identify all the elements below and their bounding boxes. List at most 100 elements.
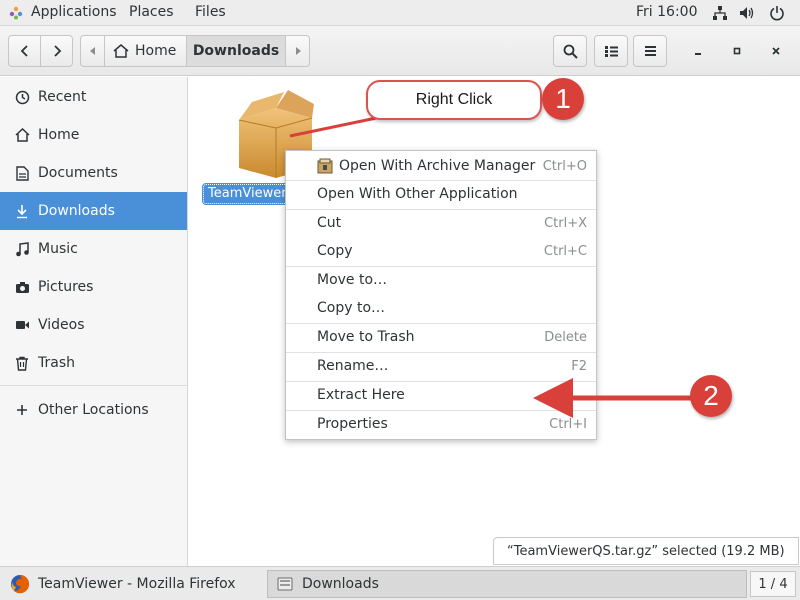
workspace-switcher[interactable]: 1 / 4 (750, 571, 796, 597)
breadcrumb-current[interactable]: Downloads (186, 35, 286, 67)
menu-item-label: Copy (317, 243, 353, 259)
menu-item-accel: Ctrl+X (544, 215, 587, 231)
back-button[interactable] (8, 35, 41, 67)
sidebar-item-label: Music (38, 241, 78, 257)
breadcrumb-scroll-right[interactable] (285, 35, 310, 67)
home-icon (113, 44, 129, 58)
menu-item-move-to[interactable]: Move to… (286, 266, 596, 294)
archive-manager-icon (317, 158, 333, 174)
menu-item-label: Rename… (317, 358, 389, 374)
menu-item-open-archive-manager[interactable]: Open With Archive Manager Ctrl+O (286, 152, 596, 180)
taskbar: TeamViewer - Mozilla Firefox Downloads 1… (0, 566, 800, 600)
menu-item-extract-here[interactable]: Extract Here (286, 381, 596, 409)
plus-icon (14, 402, 30, 418)
volume-icon[interactable] (739, 5, 755, 21)
step-badge-2: 2 (690, 375, 732, 417)
network-icon[interactable] (712, 5, 728, 21)
clock-icon (14, 89, 30, 105)
task-downloads[interactable]: Downloads (267, 570, 747, 598)
sidebar-item-label: Recent (38, 89, 87, 105)
video-icon (14, 317, 30, 333)
sidebar-item-other-locations[interactable]: Other Locations (0, 391, 187, 429)
menu-item-label: Move to… (317, 272, 388, 288)
breadcrumb-home-label: Home (135, 43, 177, 59)
home-icon (14, 127, 30, 143)
sidebar-item-trash[interactable]: Trash (0, 344, 187, 382)
task-label: Downloads (302, 576, 379, 592)
header-bar: Home Downloads (0, 26, 800, 76)
menu-item-accel: Ctrl+I (549, 416, 587, 432)
menu-item-accel: Ctrl+C (543, 243, 587, 259)
camera-icon (14, 279, 30, 295)
forward-button[interactable] (40, 35, 73, 67)
menu-item-label: Move to Trash (317, 329, 415, 345)
sidebar: Recent Home Documents Downloads Music Pi… (0, 77, 188, 566)
sidebar-item-downloads[interactable]: Downloads (0, 192, 187, 230)
right-click-callout: Right Click (366, 80, 542, 120)
menu-item-label: Open With Archive Manager (339, 158, 536, 174)
selection-status: “TeamViewerQS.tar.gz” selected (19.2 MB) (493, 537, 799, 565)
applications-menu[interactable]: Applications (31, 4, 117, 20)
minimize-button[interactable] (687, 40, 709, 62)
menu-item-properties[interactable]: Properties Ctrl+I (286, 410, 596, 438)
trash-icon (14, 355, 30, 371)
minimize-icon (695, 53, 701, 55)
menu-item-move-to-trash[interactable]: Move to Trash Delete (286, 323, 596, 351)
task-firefox[interactable]: TeamViewer - Mozilla Firefox (4, 570, 262, 598)
close-button[interactable] (765, 40, 787, 62)
chevron-right-icon (53, 45, 61, 57)
context-menu: Open With Archive Manager Ctrl+O Open Wi… (285, 150, 597, 440)
close-icon (772, 47, 780, 55)
sidebar-item-music[interactable]: Music (0, 230, 187, 268)
list-view-icon (604, 45, 618, 57)
sidebar-item-label: Videos (38, 317, 85, 333)
app-menu-button[interactable] (633, 35, 667, 67)
step-badge-1: 1 (542, 78, 584, 120)
sidebar-item-label: Documents (38, 165, 118, 181)
breadcrumb-current-label: Downloads (192, 43, 280, 59)
power-icon[interactable] (769, 5, 785, 21)
menu-item-label: Extract Here (317, 387, 405, 403)
document-icon (14, 165, 30, 181)
menu-item-cut[interactable]: Cut Ctrl+X (286, 209, 596, 237)
sidebar-item-label: Downloads (38, 203, 115, 219)
chevron-left-icon (20, 45, 28, 57)
view-toggle-button[interactable] (594, 35, 628, 67)
sidebar-item-pictures[interactable]: Pictures (0, 268, 187, 306)
breadcrumb-scroll-left[interactable] (80, 35, 105, 67)
menu-item-accel: F2 (571, 358, 587, 374)
maximize-button[interactable] (726, 40, 748, 62)
top-panel: Applications Places Files Fri 16:00 (0, 0, 800, 26)
sidebar-item-home[interactable]: Home (0, 116, 187, 154)
menu-item-rename[interactable]: Rename… F2 (286, 352, 596, 380)
file-name-label[interactable]: TeamViewer (202, 183, 290, 205)
triangle-left-icon (89, 47, 95, 55)
sidebar-item-recent[interactable]: Recent (0, 78, 187, 116)
sidebar-item-label: Other Locations (38, 402, 149, 418)
menu-item-label: Open With Other Application (317, 186, 518, 202)
search-icon (563, 44, 578, 59)
breadcrumb-home[interactable]: Home (104, 35, 187, 67)
menu-item-label: Properties (317, 416, 388, 432)
download-icon (14, 203, 30, 219)
file-manager-icon (277, 577, 293, 591)
sidebar-item-documents[interactable]: Documents (0, 154, 187, 192)
music-icon (14, 241, 30, 257)
menu-item-label: Copy to… (317, 300, 386, 316)
maximize-icon (733, 47, 741, 55)
sidebar-item-videos[interactable]: Videos (0, 306, 187, 344)
sidebar-item-label: Trash (38, 355, 75, 371)
places-menu[interactable]: Places (129, 4, 174, 20)
applications-icon[interactable] (9, 6, 23, 20)
menu-item-open-other-app[interactable]: Open With Other Application (286, 180, 596, 208)
search-button[interactable] (553, 35, 587, 67)
menu-item-copy-to[interactable]: Copy to… (286, 294, 596, 322)
sidebar-separator (0, 385, 187, 386)
menu-item-label: Cut (317, 215, 342, 231)
menu-item-accel: Ctrl+O (542, 158, 587, 174)
menu-item-copy[interactable]: Copy Ctrl+C (286, 237, 596, 265)
sidebar-item-label: Home (38, 127, 80, 143)
files-menu[interactable]: Files (195, 4, 226, 20)
sidebar-item-label: Pictures (38, 279, 94, 295)
clock[interactable]: Fri 16:00 (636, 4, 697, 20)
